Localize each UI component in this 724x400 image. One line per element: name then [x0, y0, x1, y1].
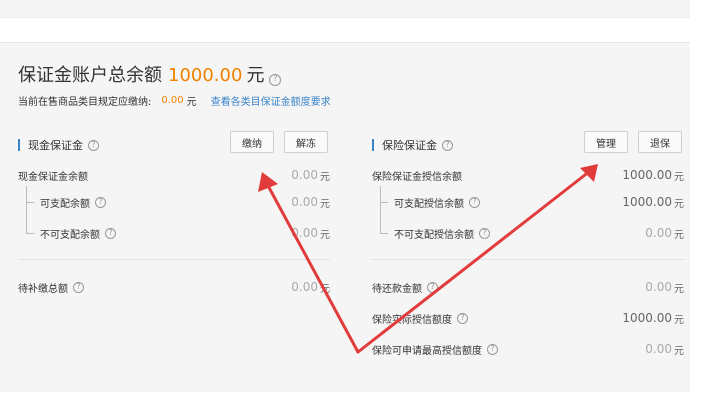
deposit-account-panel: 保证金账户总余额 1000.00 元 ? 当前在售商品类目规定应缴纳: 0.00… — [0, 42, 690, 392]
row-label: 可支配授信余额 ? — [372, 195, 480, 210]
section-accent-bar — [372, 139, 374, 151]
row-unit: 元 — [674, 314, 684, 326]
list-item: 现金保证金余额 0.00 元 — [18, 166, 330, 184]
refund-insurance-button[interactable]: 退保 — [638, 131, 682, 153]
row-unit: 元 — [320, 171, 330, 183]
unfreeze-button[interactable]: 解冻 — [284, 131, 328, 153]
required-deposit-label: 当前在售商品类目规定应缴纳: — [18, 97, 152, 108]
row-value: 0.00 — [645, 342, 672, 356]
help-circle-icon[interactable]: ? — [442, 139, 453, 151]
required-deposit-line: 当前在售商品类目规定应缴纳: 0.00 元 查看各类目保证金额度要求 — [18, 93, 331, 108]
divider — [372, 259, 684, 260]
row-label: 保险可申请最高授信额度 ? — [372, 342, 498, 357]
total-balance-unit: 元 — [246, 65, 265, 86]
manage-button[interactable]: 管理 — [584, 131, 628, 153]
row-label: 保险保证金授信余额 — [372, 171, 462, 183]
row-unit: 元 — [674, 198, 684, 210]
help-circle-icon[interactable]: ? — [457, 312, 468, 324]
total-balance-amount: 1000.00 — [168, 65, 243, 86]
help-circle-icon[interactable]: ? — [269, 73, 282, 86]
cash-deposit-header: 现金保证金 ? 缴纳 解冻 — [18, 131, 330, 157]
help-circle-icon[interactable]: ? — [479, 227, 490, 239]
category-requirements-link[interactable]: 查看各类目保证金额度要求 — [211, 93, 331, 108]
row-value: 0.00 — [291, 226, 318, 240]
list-item: 不可支配余额 ? 0.00 元 — [18, 224, 330, 242]
list-item: 保险可申请最高授信额度 ? 0.00 元 — [372, 340, 684, 358]
help-circle-icon[interactable]: ? — [487, 343, 498, 355]
row-label: 待补缴总额 ? — [18, 280, 84, 295]
help-circle-icon[interactable]: ? — [95, 196, 106, 208]
row-unit: 元 — [674, 171, 684, 183]
insurance-deposit-title: 保险保证金 ? — [382, 137, 453, 153]
help-circle-icon[interactable]: ? — [469, 196, 480, 208]
list-item: 保险实际授信额度 ? 1000.00 元 — [372, 309, 684, 327]
help-circle-icon[interactable]: ? — [88, 139, 99, 151]
divider — [18, 259, 330, 260]
required-deposit-amount: 0.00 — [161, 95, 184, 106]
row-label: 待还款金额 ? — [372, 280, 438, 295]
list-item: 可支配余额 ? 0.00 元 — [18, 193, 330, 211]
help-circle-icon[interactable]: ? — [427, 281, 438, 293]
page-right-margin — [698, 0, 724, 400]
row-value: 0.00 — [291, 168, 318, 182]
row-unit: 元 — [674, 345, 684, 357]
row-unit: 元 — [320, 229, 330, 241]
list-item: 保险保证金授信余额 1000.00 元 — [372, 166, 684, 184]
section-accent-bar — [18, 139, 20, 151]
row-unit: 元 — [320, 198, 330, 210]
help-circle-icon[interactable]: ? — [73, 281, 84, 293]
list-item: 待还款金额 ? 0.00 元 — [372, 278, 684, 296]
title-text: 保证金账户总余额 — [18, 65, 162, 86]
cash-deposit-title: 现金保证金 ? — [28, 137, 99, 153]
row-value: 0.00 — [291, 195, 318, 209]
row-label: 保险实际授信额度 ? — [372, 311, 468, 326]
row-value: 0.00 — [645, 280, 672, 294]
page-title: 保证金账户总余额 1000.00 元 ? — [18, 61, 282, 87]
row-value: 0.00 — [291, 280, 318, 294]
row-value: 1000.00 — [622, 168, 672, 182]
list-item: 不可支配授信余额 ? 0.00 元 — [372, 224, 684, 242]
row-label: 现金保证金余额 — [18, 171, 88, 183]
list-item: 待补缴总额 ? 0.00 元 — [18, 278, 330, 296]
top-strip — [0, 0, 690, 18]
row-label: 不可支配授信余额 ? — [372, 226, 490, 241]
row-label: 可支配余额 ? — [18, 195, 106, 210]
row-label: 不可支配余额 ? — [18, 226, 116, 241]
row-unit: 元 — [674, 229, 684, 241]
insurance-deposit-header: 保险保证金 ? 管理 退保 — [372, 131, 684, 157]
row-unit: 元 — [320, 283, 330, 295]
pay-button[interactable]: 缴纳 — [230, 131, 274, 153]
required-deposit-unit: 元 — [186, 97, 197, 108]
help-circle-icon[interactable]: ? — [105, 227, 116, 239]
row-value: 1000.00 — [622, 195, 672, 209]
row-value: 0.00 — [645, 226, 672, 240]
row-unit: 元 — [674, 283, 684, 295]
list-item: 可支配授信余额 ? 1000.00 元 — [372, 193, 684, 211]
row-value: 1000.00 — [622, 311, 672, 325]
